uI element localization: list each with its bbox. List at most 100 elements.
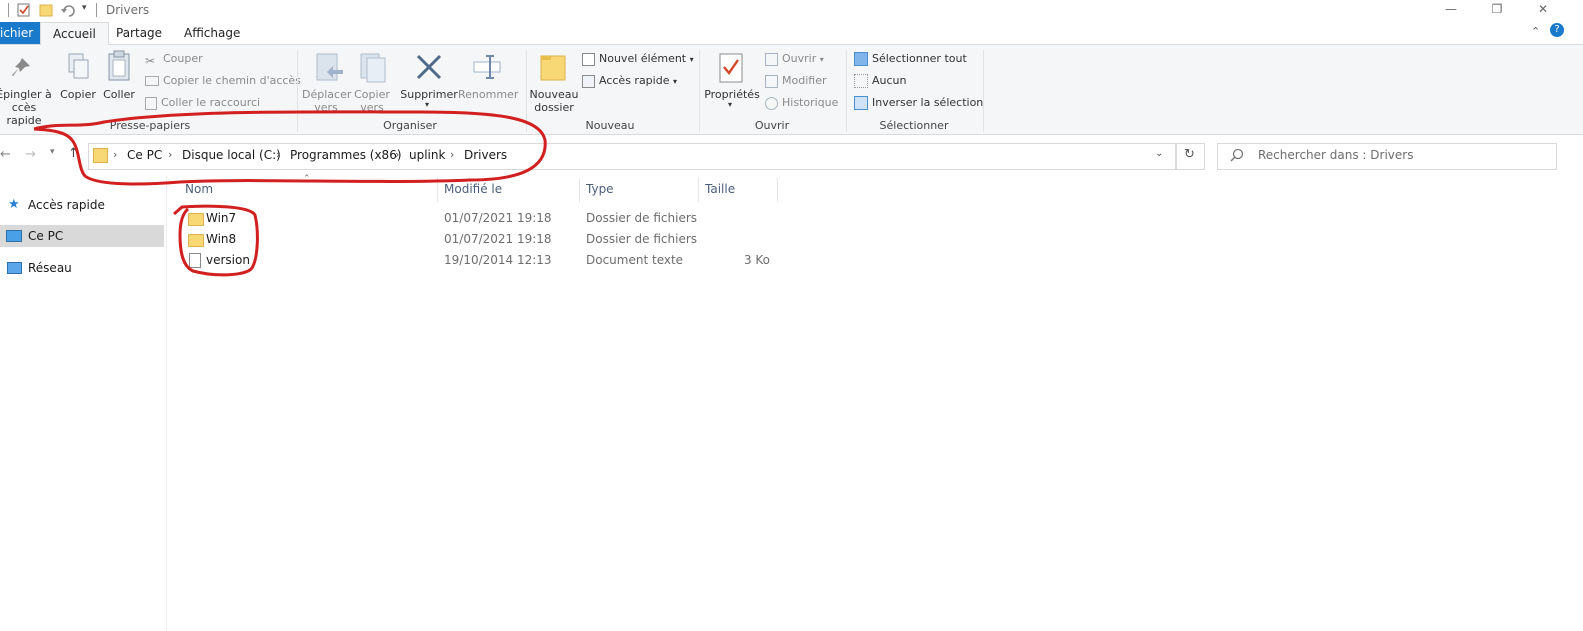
chevron-right-icon: › — [450, 148, 455, 161]
quick-access-ribbon-icon — [582, 74, 595, 88]
copy-path-label: Copier le chemin d'accès — [163, 74, 301, 87]
file-modified: 01/07/2021 19:18 — [444, 232, 552, 246]
table-row[interactable]: Win7 01/07/2021 19:18 Dossier de fichier… — [178, 209, 778, 229]
nav-item-this-pc[interactable]: Ce PC — [0, 225, 164, 247]
group-select-label: Sélectionner — [879, 119, 949, 132]
table-row[interactable]: version 19/10/2014 12:13 Document texte … — [178, 251, 778, 271]
move-to-icon[interactable] — [315, 52, 345, 84]
crumb-this-pc[interactable]: Ce PC — [127, 148, 162, 162]
column-size[interactable]: Taille — [705, 182, 735, 196]
column-separator[interactable] — [777, 178, 778, 202]
edit-icon — [765, 74, 778, 88]
new-folder-quick-icon[interactable] — [38, 2, 54, 18]
group-separator — [526, 50, 527, 132]
new-item-button[interactable]: Nouvel élément ▾ — [582, 50, 694, 68]
rename-icon[interactable] — [472, 52, 504, 82]
column-separator[interactable] — [437, 178, 438, 202]
tab-share[interactable]: Partage — [104, 22, 174, 44]
customize-quick-access-icon[interactable]: ▾ — [82, 3, 87, 13]
back-arrow-icon[interactable]: ← — [0, 147, 11, 162]
tab-file[interactable]: ichier — [0, 22, 40, 44]
edit-button[interactable]: Modifier — [765, 72, 826, 90]
paste-shortcut-button[interactable]: Coller le raccourci — [145, 94, 260, 112]
select-all-button[interactable]: Sélectionner tout — [854, 50, 967, 68]
select-all-label: Sélectionner tout — [872, 52, 967, 65]
star-icon: ★ — [8, 197, 20, 212]
copy-icon[interactable] — [66, 52, 92, 82]
group-new-label: Nouveau — [585, 119, 635, 132]
collapse-ribbon-icon[interactable]: ⌃ — [1531, 25, 1540, 38]
column-type[interactable]: Type — [586, 182, 614, 196]
copy-path-button[interactable]: Copier le chemin d'accès — [145, 72, 301, 90]
text-document-icon — [189, 253, 201, 268]
crumb-drivers[interactable]: Drivers — [464, 148, 507, 162]
computer-icon — [6, 230, 22, 242]
undo-icon[interactable] — [60, 2, 76, 18]
history-button[interactable]: Historique — [765, 94, 838, 112]
new-folder-button[interactable]: Nouveau dossier — [528, 88, 580, 114]
pin-icon[interactable] — [10, 56, 34, 80]
cut-button[interactable]: ✂ Couper — [145, 50, 203, 68]
edit-label: Modifier — [782, 74, 827, 87]
invert-selection-button[interactable]: Inverser la sélection — [854, 94, 983, 112]
recent-locations-icon[interactable]: ▾ — [50, 147, 55, 157]
paste-button[interactable]: Coller — [100, 88, 138, 101]
forward-arrow-icon[interactable]: → — [25, 147, 36, 162]
chevron-right-icon: › — [168, 148, 173, 161]
paste-icon[interactable] — [106, 50, 132, 82]
address-dropdown-icon[interactable]: ⌄ — [1155, 148, 1163, 159]
up-arrow-icon[interactable]: ↑ — [68, 146, 79, 161]
column-name[interactable]: Nom — [185, 182, 213, 196]
delete-icon[interactable] — [414, 52, 444, 82]
group-organize-label: Organiser — [383, 119, 437, 132]
nav-item-network[interactable]: Réseau — [0, 257, 164, 279]
search-placeholder: Rechercher dans : Drivers — [1258, 148, 1414, 162]
move-to-button[interactable]: Déplacer vers — [302, 88, 352, 114]
crumb-program-files[interactable]: Programmes (x86) — [290, 148, 402, 162]
nav-network-label: Réseau — [28, 261, 72, 275]
open-icon — [765, 52, 778, 66]
group-separator — [297, 50, 298, 132]
copy-to-icon[interactable] — [359, 52, 389, 84]
copy-to-button[interactable]: Copier vers — [350, 88, 394, 114]
select-none-label: Aucun — [872, 74, 907, 87]
close-button[interactable]: ✕ — [1520, 0, 1566, 20]
invert-selection-label: Inverser la sélection — [872, 96, 984, 109]
copy-button[interactable]: Copier — [56, 88, 100, 101]
rename-button[interactable]: Renommer — [458, 88, 518, 101]
tab-view[interactable]: Affichage — [172, 22, 252, 44]
chevron-right-icon: › — [276, 148, 281, 161]
crumb-local-disk[interactable]: Disque local (C:) — [182, 148, 281, 162]
select-none-icon — [854, 74, 868, 88]
select-none-button[interactable]: Aucun — [854, 72, 907, 90]
new-item-label: Nouvel élément — [599, 52, 687, 65]
column-modified[interactable]: Modifié le — [444, 182, 502, 196]
delete-dropdown-icon[interactable]: ▾ — [425, 100, 429, 109]
network-icon — [7, 262, 22, 274]
nav-item-quick-access[interactable]: ★ Accès rapide — [0, 194, 164, 216]
maximize-button[interactable]: ❐ — [1474, 0, 1520, 20]
quick-access-button[interactable]: Accès rapide ▾ — [582, 72, 677, 90]
move-label-2: vers — [314, 101, 338, 114]
properties-icon[interactable] — [16, 2, 32, 18]
new-folder-icon[interactable] — [539, 52, 567, 82]
group-separator — [846, 50, 847, 132]
crumb-uplink[interactable]: uplink — [409, 148, 445, 162]
tab-home[interactable]: Accueil — [40, 22, 109, 46]
properties-ribbon-icon[interactable] — [718, 52, 746, 84]
help-icon[interactable]: ? — [1550, 23, 1564, 37]
column-separator[interactable] — [698, 178, 699, 202]
invert-selection-icon — [854, 96, 868, 110]
pin-quick-access-button[interactable]: Épingler à ccès rapide — [0, 88, 52, 127]
new-folder-label-1: Nouveau — [529, 88, 579, 101]
minimize-button[interactable]: — — [1428, 0, 1474, 20]
file-type: Document texte — [586, 253, 684, 267]
paste-shortcut-icon — [145, 96, 157, 110]
table-row[interactable]: Win8 01/07/2021 19:18 Dossier de fichier… — [178, 230, 778, 250]
window-title: Drivers — [106, 3, 150, 17]
paste-shortcut-label: Coller le raccourci — [161, 96, 261, 109]
open-button[interactable]: Ouvrir ▾ — [765, 50, 824, 68]
move-label-1: Déplacer — [302, 88, 352, 101]
column-separator[interactable] — [579, 178, 580, 202]
properties-dropdown-icon[interactable]: ▾ — [728, 100, 732, 109]
